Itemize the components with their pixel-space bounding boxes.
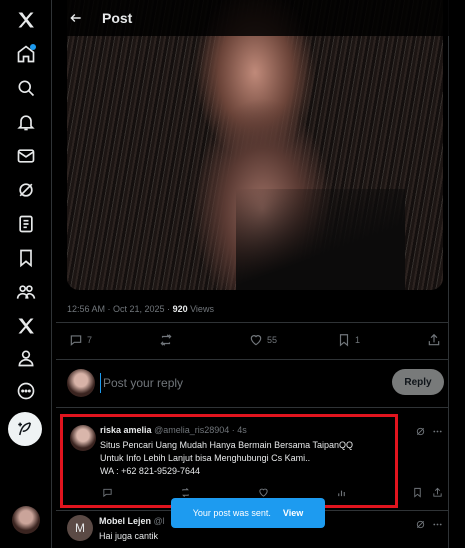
like-count: 55: [267, 335, 278, 345]
home-icon[interactable]: [12, 40, 40, 68]
reply-input[interactable]: Post your reply: [100, 373, 380, 393]
reply-action[interactable]: 7: [69, 333, 92, 347]
repost-icon: [160, 334, 172, 346]
more-options-icon[interactable]: [430, 517, 444, 531]
feather-plus-icon: [18, 422, 31, 436]
account-avatar[interactable]: [12, 506, 40, 534]
reply-author-name[interactable]: riska amelia: [100, 425, 152, 435]
reply-author-handle[interactable]: @l: [154, 516, 165, 526]
avatar[interactable]: [70, 425, 96, 451]
bookmark-icon: [339, 334, 349, 347]
more-icon[interactable]: [12, 377, 40, 405]
arrow-left-icon: [70, 14, 81, 22]
like-action[interactable]: 55: [249, 333, 277, 347]
page-title: Post: [102, 10, 133, 26]
post-sent-toast: Your post was sent. View: [171, 498, 325, 528]
reply-text-line: Untuk Info Lebih Lanjut bisa Menghubungi…: [100, 453, 311, 463]
bookmark-action[interactable]: 1: [337, 333, 360, 347]
communities-icon[interactable]: [12, 278, 40, 306]
analytics-icon[interactable]: [336, 487, 348, 499]
compose-post-button[interactable]: [8, 412, 42, 446]
divider: [56, 359, 449, 360]
post-timestamp: 12:56 AM · Oct 21, 2025 ·: [67, 304, 173, 314]
reply-header: Mobel Lejen @l: [99, 516, 165, 526]
x-logo-icon[interactable]: [12, 6, 40, 34]
bookmark-icon[interactable]: [410, 485, 424, 499]
view-count: 920: [172, 304, 188, 314]
share-icon: [428, 333, 440, 346]
reply-text: Situs Pencari Uang Mudah Hanya Bermain B…: [100, 439, 396, 478]
bookmark-count: 1: [355, 335, 361, 345]
more-options-icon[interactable]: [430, 424, 444, 438]
comment-icon[interactable]: [102, 487, 114, 499]
premium-x-icon[interactable]: [12, 312, 40, 340]
reply-count: 7: [87, 335, 93, 345]
reply-header: riska amelia @amelia_ris28904 · 4s: [100, 425, 247, 435]
post-image[interactable]: [67, 0, 443, 290]
share-icon[interactable]: [430, 485, 444, 499]
post-metadata: 12:56 AM · Oct 21, 2025 · 920 Views: [67, 304, 214, 314]
post-detail-column: Post 12:56 AM · Oct 21, 2025 · 920 Views…: [56, 0, 449, 548]
mail-icon[interactable]: [12, 142, 40, 170]
reply-text: Hai juga cantik: [99, 531, 159, 541]
post-actions: 7 55 1: [67, 333, 443, 351]
highlighted-reply[interactable]: riska amelia @amelia_ris28904 · 4s Situs…: [60, 414, 398, 508]
comment-icon: [70, 335, 82, 346]
views-label: Views: [187, 304, 214, 314]
search-icon[interactable]: [12, 74, 40, 102]
share-action[interactable]: [427, 333, 441, 347]
heart-icon: [250, 335, 262, 346]
grok-icon[interactable]: [12, 176, 40, 204]
composer-avatar: [67, 369, 95, 397]
reply-author-name[interactable]: Mobel Lejen: [99, 516, 151, 526]
toast-message: Your post was sent.: [192, 508, 271, 518]
reply-author-handle[interactable]: @amelia_ris28904 · 4s: [154, 425, 247, 435]
bookmark-icon[interactable]: [12, 244, 40, 272]
back-button[interactable]: [66, 8, 86, 28]
top-bar: Post: [56, 0, 449, 36]
grok-icon[interactable]: [413, 517, 427, 531]
notification-dot: [30, 44, 36, 50]
lists-icon[interactable]: [12, 210, 40, 238]
reply-button[interactable]: Reply: [392, 369, 444, 395]
reply-text-line: WA : +62 821-9529-7644: [100, 466, 200, 476]
toast-view-link[interactable]: View: [283, 508, 303, 518]
reply-text-line: Situs Pencari Uang Mudah Hanya Bermain B…: [100, 440, 353, 450]
bell-icon[interactable]: [12, 108, 40, 136]
divider: [56, 407, 449, 408]
divider: [56, 322, 449, 323]
grok-icon[interactable]: [413, 424, 427, 438]
nav-rail: [0, 0, 52, 548]
avatar[interactable]: M: [67, 515, 93, 541]
profile-icon[interactable]: [12, 344, 40, 372]
repost-action[interactable]: [159, 333, 173, 347]
